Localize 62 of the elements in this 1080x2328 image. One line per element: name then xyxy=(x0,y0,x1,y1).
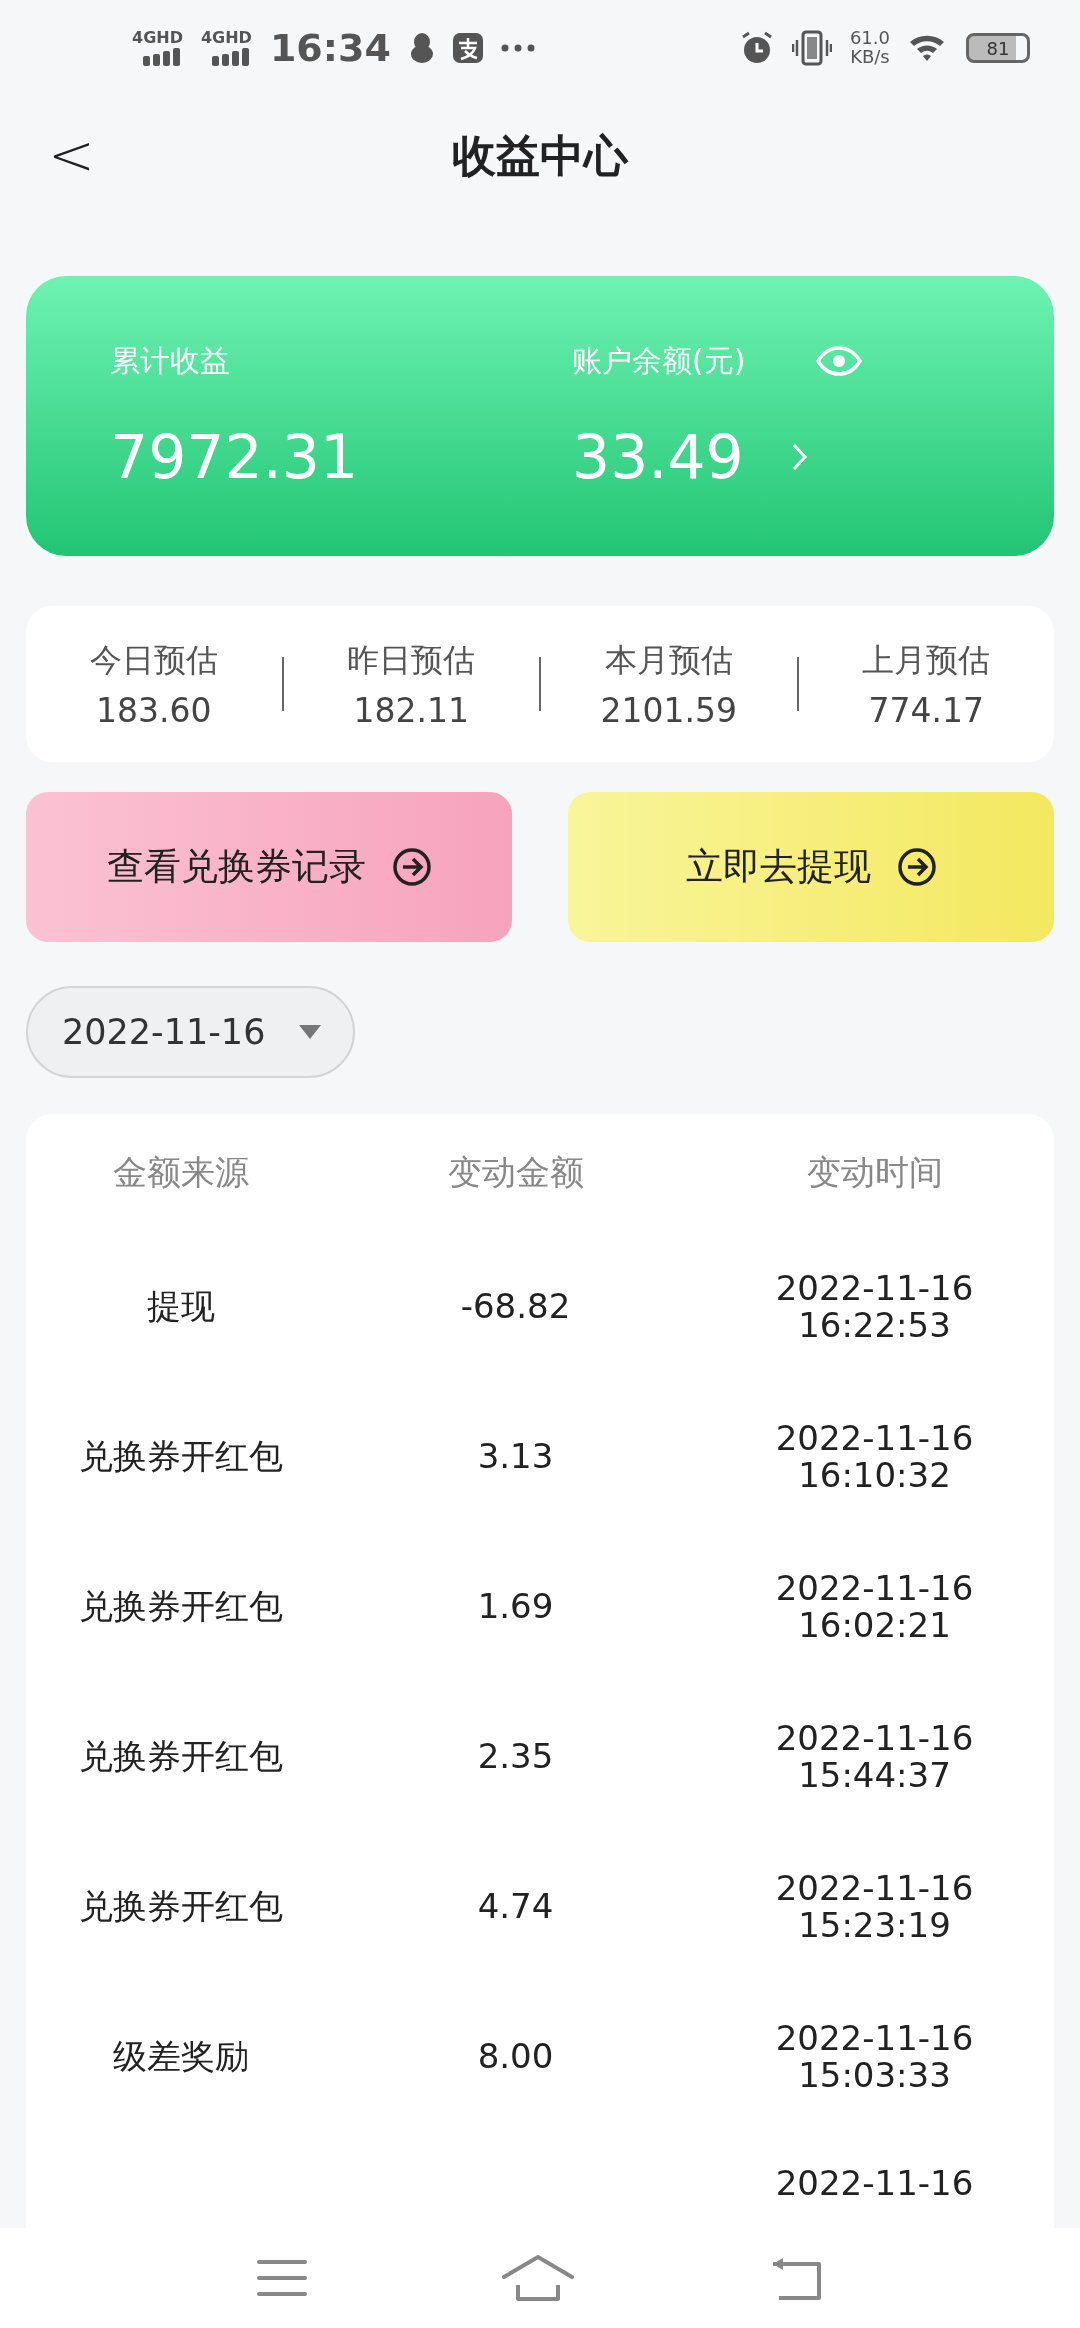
stat-value: 183.60 xyxy=(96,690,212,730)
signal-icon xyxy=(142,48,183,66)
action-button[interactable]: 查看兑换券记录 xyxy=(26,792,512,942)
speed-unit: KB/s xyxy=(850,48,890,67)
amount-cell: 8.00 xyxy=(477,2038,554,2076)
time-cell: 16:10:32 xyxy=(798,1457,951,1495)
caret-icon xyxy=(299,1025,322,1039)
date-cell: 2022-11-16 xyxy=(775,1869,974,1907)
stat-label: 本月预估 xyxy=(604,639,733,681)
battery-icon: 81 xyxy=(966,33,1030,63)
stat-value: 182.11 xyxy=(353,690,469,730)
date-cell: 2022-11-16 xyxy=(775,1569,974,1607)
time-cell: 16:02:21 xyxy=(798,1607,951,1645)
more-icon xyxy=(500,44,535,52)
signal-icon xyxy=(211,48,252,66)
amount-cell: -68.82 xyxy=(460,1288,571,1326)
stat-label: 今日预估 xyxy=(89,639,218,681)
date-cell: 2022-11-16 xyxy=(775,1269,974,1307)
date-cell: 2022-11-16 xyxy=(775,1419,974,1457)
arrow-circle-icon xyxy=(391,847,432,887)
stat-value: 774.17 xyxy=(868,690,984,730)
source-cell: 兑换券开红包 xyxy=(79,1588,283,1626)
source-cell: 兑换券开红包 xyxy=(79,1438,283,1476)
amount-cell: 2.35 xyxy=(477,1738,554,1776)
time-cell: 15:03:33 xyxy=(798,2057,951,2095)
arrow-circle-icon xyxy=(896,847,937,887)
source-cell: 兑换券开红包 xyxy=(79,1738,283,1776)
speed-value: 61.0 xyxy=(849,29,890,48)
network-label: 4GHD xyxy=(200,30,252,46)
total-earnings-label: 累计收益 xyxy=(110,341,231,380)
balance-label: 账户余额(元) xyxy=(572,341,746,380)
amount-cell: 3.13 xyxy=(477,1438,554,1476)
date-cell: 2022-11-16 xyxy=(775,1719,974,1757)
chevron-right-icon[interactable] xyxy=(791,442,808,471)
column-header: 金额来源 xyxy=(112,1154,250,1192)
source-cell: 提现 xyxy=(147,1288,215,1326)
source-cell: 兑换券开红包 xyxy=(79,1888,283,1926)
clock-time: 16:34 xyxy=(269,26,391,70)
column-header: 变动时间 xyxy=(805,1154,944,1192)
page-title: 收益中心 xyxy=(452,128,628,183)
back-button[interactable]: < xyxy=(40,122,103,187)
date-cell: 2022-11-16 xyxy=(775,2019,974,2057)
stat-value: 2101.59 xyxy=(600,690,737,730)
stat-label: 上月预估 xyxy=(862,639,991,681)
action-button[interactable]: 立即去提现 xyxy=(568,792,1054,942)
amount-cell: 1.69 xyxy=(477,1588,554,1626)
home-icon[interactable] xyxy=(502,2255,574,2301)
amount-cell: 4.74 xyxy=(477,1888,554,1926)
source-cell: 级差奖励 xyxy=(113,2038,249,2076)
total-earnings-value: 7972.31 xyxy=(110,421,360,492)
time-cell: 15:23:19 xyxy=(798,1907,951,1945)
date-cell: 2022-11-16 xyxy=(775,2164,974,2202)
vibrate-icon xyxy=(791,30,832,66)
date-dropdown[interactable]: 2022-11-16 xyxy=(26,986,356,1078)
time-cell: 15:44:37 xyxy=(798,1757,951,1795)
menu-icon[interactable] xyxy=(257,2258,308,2298)
stat-label: 昨日预估 xyxy=(347,639,476,681)
column-header: 变动金额 xyxy=(446,1154,585,1192)
time-cell: 16:22:53 xyxy=(798,1307,951,1345)
balance-value: 33.49 xyxy=(572,421,744,492)
network-label: 4GHD xyxy=(132,30,183,46)
app-icon xyxy=(452,33,483,63)
